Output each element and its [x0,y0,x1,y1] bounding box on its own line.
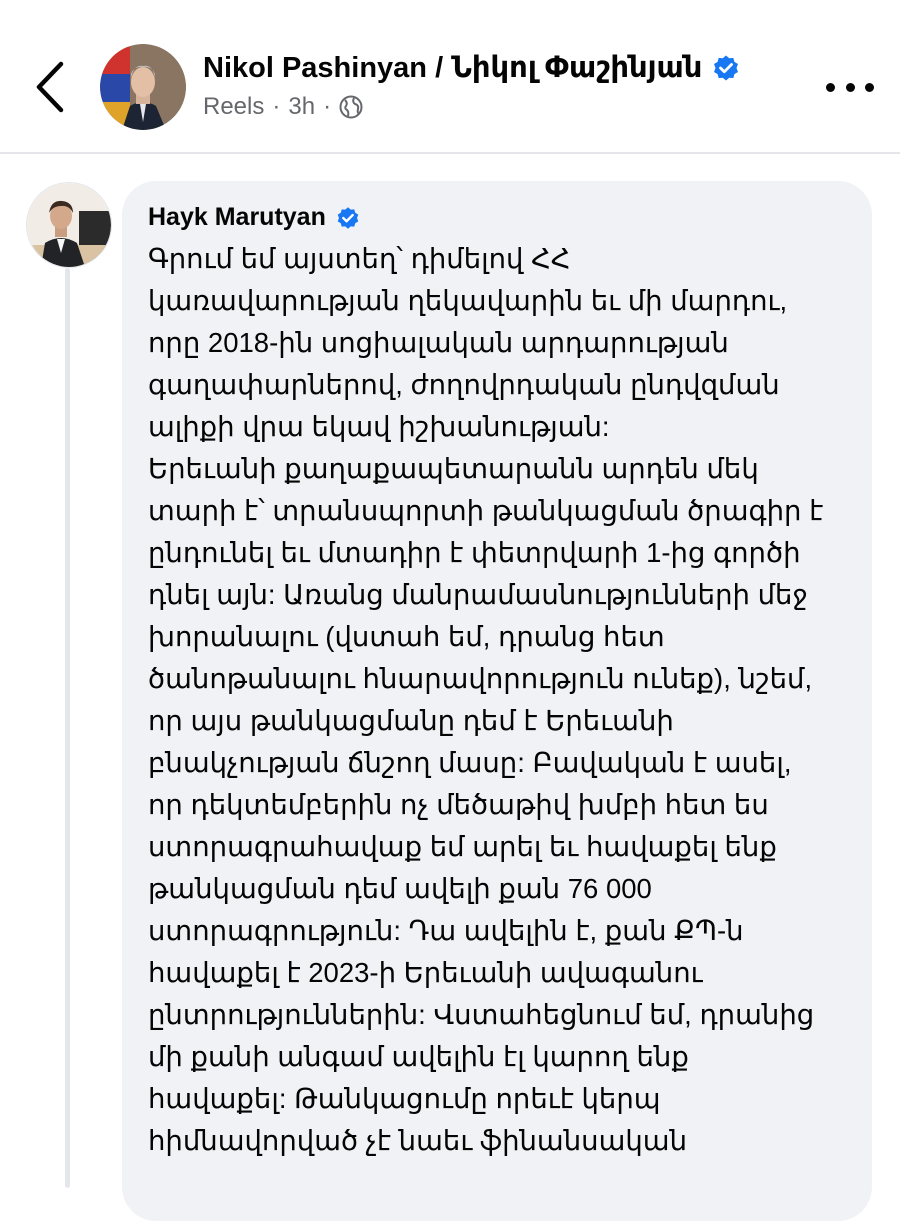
globe-icon [339,95,363,119]
comment-line: որը 2018-ին սոցիալական արդարության [148,327,729,358]
comment-line: հավաքել է 2023-ի Երեւանի ավագանու [148,957,703,988]
comment-text: Գրում եմ այստեղ՝ դիմելով ՀՀ կառավարությա… [148,238,863,1162]
comment-line: Գրում եմ այստեղ՝ դիմելով ՀՀ [148,243,571,274]
comment-line: ստորագրահավաք եմ արել եւ հավաքել ենք [148,831,777,862]
commenter-avatar-image [27,183,111,267]
commenter-name-text[interactable]: Hayk Marutyan [148,203,326,232]
author-avatar-image [100,44,186,130]
verified-badge-icon [337,206,359,229]
comment-line: հավաքել: Թանկացումը որեւէ կերպ [148,1083,661,1114]
post-time[interactable]: 3h [288,93,315,121]
post-meta: Reels · 3h · [203,93,363,121]
meta-separator: · [272,93,281,120]
author-avatar[interactable] [100,44,186,130]
more-icon-dot-2 [845,82,855,92]
more-icon-dot-1 [826,82,835,92]
comment-line: ստորագրություն: Դա ավելին է, քան ՔՊ-ն [148,915,744,946]
post-header: Nikol Pashinyan / Նիկոլ Փաշինյան Reels ·… [0,0,900,154]
author-name-text[interactable]: Nikol Pashinyan / Նիկոլ Փաշինյան [203,50,702,85]
comment-line: Երեւանի քաղաքապետարանն արդեն մեկ [148,453,759,484]
comment-line: դնել այն: Առանց մանրամասնությունների մեջ [148,579,808,610]
comment-line: ալիքի վրա եկավ իշխանության: [148,411,610,442]
commenter-name[interactable]: Hayk Marutyan [148,203,360,232]
chevron-left-icon [36,61,64,113]
comment-line: թանկացման դեմ ավելի քան 76 000 [148,873,652,904]
thread-line [65,268,70,1188]
back-button[interactable] [26,56,74,118]
comment-line: ընտրություններին: Վստահեցնում եմ, դրանից [148,999,815,1030]
commenter-avatar[interactable] [26,182,112,268]
author-name[interactable]: Nikol Pashinyan / Նիկոլ Փաշինյան [203,50,740,85]
comment-line: տարի է՝ տրանսպորտի թանկացման ծրագիր է [148,495,824,526]
comment-line: բնակչության ճնշող մասը: Բավական է ասել, [148,747,792,778]
comment-line: որ այս թանկացմանը դեմ է Երեւանի [148,705,674,736]
comment-line: ընդունել եւ մտադիր է փետրվարի 1-ից գործի [148,537,801,568]
comment-line: գաղափարներով, ժողովրդական ընդվզման [148,369,780,400]
comment-line: կառավարության ղեկավարին եւ մի մարդու, [148,285,788,316]
more-icon-dot-3 [865,82,874,92]
comment-line: որ դեկտեմբերին ոչ մեծաթիվ խմբի հետ ես [148,789,769,820]
comment-line: ծանոթանալու հնարավորություն ունեք), նշեմ… [148,663,813,694]
post-source[interactable]: Reels [203,93,264,121]
more-options-button[interactable] [826,76,874,98]
comment-bubble: Hayk Marutyan Գրում եմ այստեղ՝ դիմելով Հ… [122,181,872,1221]
comment-line: հիմնավորված չէ նաեւ ֆինանսական [148,1125,688,1156]
verified-badge-icon [714,55,739,80]
comment-line: մի քանի անգամ ավելին էլ կարող ենք [148,1041,689,1072]
meta-separator-2: · [323,93,332,120]
comment-line: խորանալու (վստահ եմ, դրանց հետ [148,621,665,652]
